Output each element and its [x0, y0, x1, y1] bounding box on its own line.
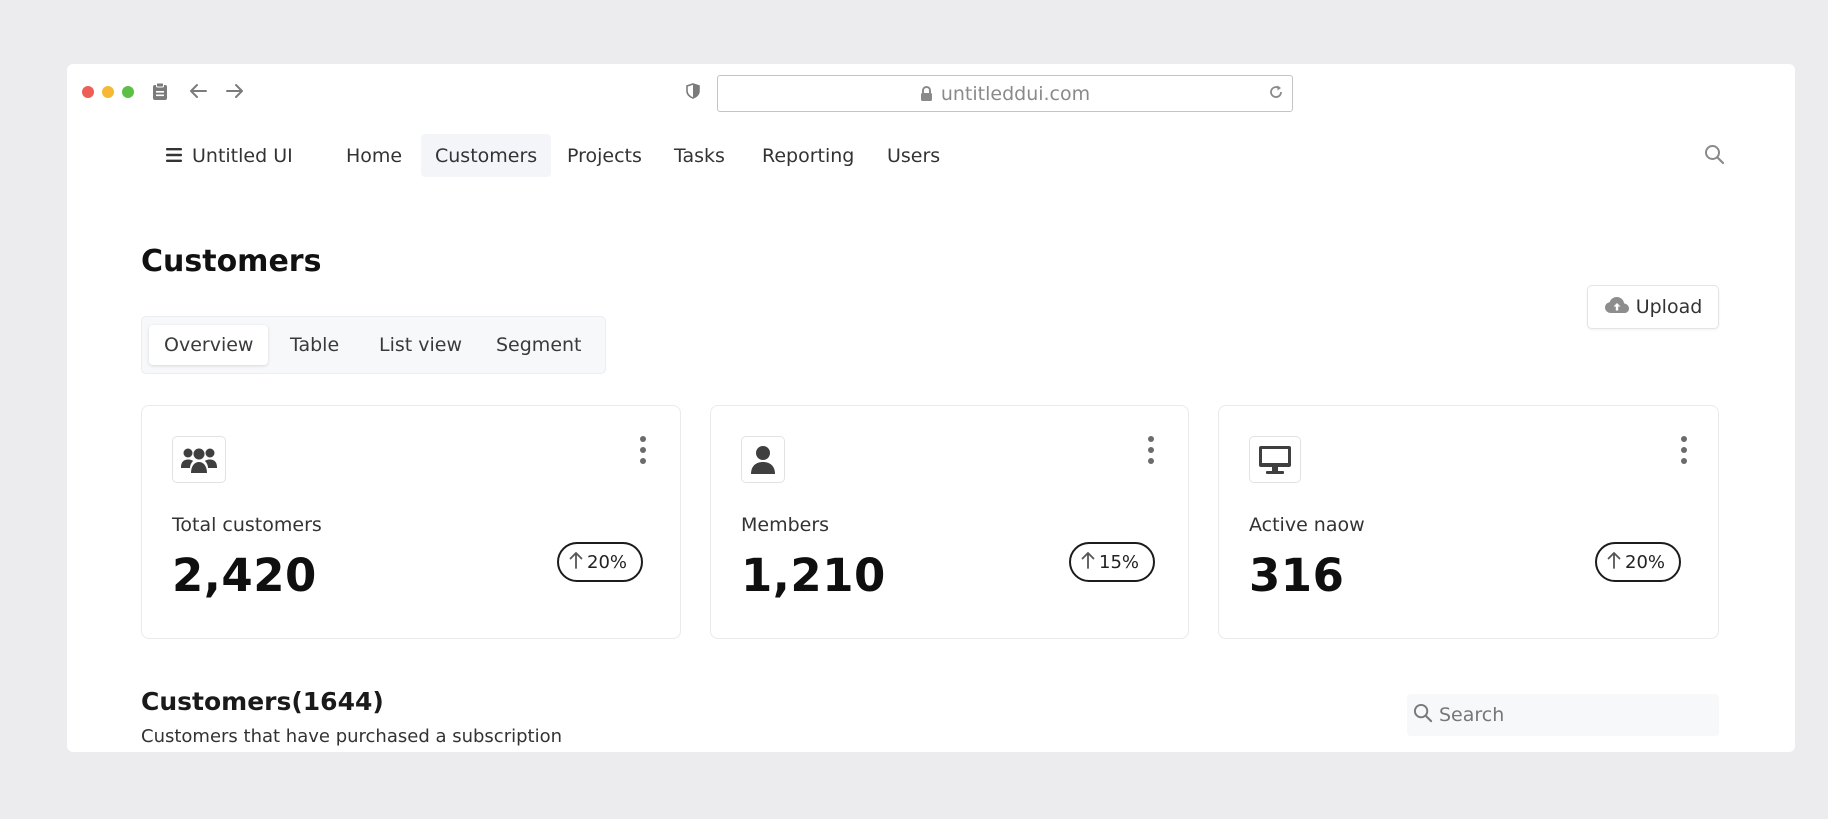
- tab-list-view[interactable]: List view: [364, 325, 477, 365]
- minimize-window-button[interactable]: [102, 86, 114, 98]
- tab-segment[interactable]: Segment: [481, 325, 597, 365]
- url-text: untitleddui.com: [940, 82, 1091, 105]
- maximize-window-button[interactable]: [122, 86, 134, 98]
- nav-item-users[interactable]: Users: [873, 134, 954, 177]
- section-title: Customers(1644): [141, 687, 384, 716]
- brand-label: Untitled UI: [192, 144, 293, 167]
- stat-card-total-customers: Total customers 2,420 20%: [141, 405, 681, 639]
- nav-item-tasks[interactable]: Tasks: [660, 134, 739, 177]
- trend-badge: 15%: [1069, 542, 1156, 582]
- tab-table[interactable]: Table: [275, 325, 354, 365]
- reload-icon[interactable]: [1268, 84, 1284, 100]
- arrow-up-icon: [1081, 551, 1095, 574]
- more-options-icon[interactable]: [1146, 436, 1156, 464]
- nav-item-projects[interactable]: Projects: [553, 134, 656, 177]
- cloud-upload-icon: [1604, 296, 1630, 319]
- trend-value: 20%: [587, 551, 628, 573]
- upload-button[interactable]: Upload: [1587, 285, 1719, 329]
- search-input[interactable]: Search: [1439, 704, 1504, 726]
- trend-badge: 20%: [1595, 542, 1682, 582]
- upload-label: Upload: [1635, 296, 1703, 318]
- lock-icon: [920, 85, 933, 102]
- trend-value: 15%: [1099, 551, 1140, 573]
- stat-card-members: Members 1,210 15%: [710, 405, 1189, 639]
- search-icon[interactable]: [1704, 144, 1725, 165]
- stat-value: 316: [1249, 549, 1345, 602]
- clipboard-icon[interactable]: [148, 79, 172, 103]
- section-subtitle: Customers that have purchased a subscrip…: [141, 726, 563, 747]
- nav-item-home[interactable]: Home: [332, 134, 416, 177]
- trend-badge: 20%: [557, 542, 644, 582]
- browser-window: untitleddui.com Untitled UI Home Custome…: [67, 64, 1795, 752]
- top-nav: Untitled UI Home Customers Projects Task…: [67, 130, 1795, 178]
- stat-label: Total customers: [172, 514, 322, 536]
- close-window-button[interactable]: [82, 86, 94, 98]
- stat-card-active-now: Active naow 316 20%: [1218, 405, 1719, 639]
- stat-label: Members: [741, 514, 830, 536]
- brand-menu[interactable]: Untitled UI: [152, 134, 307, 177]
- search-icon: [1413, 703, 1433, 728]
- customer-search[interactable]: Search: [1407, 694, 1719, 736]
- nav-item-customers[interactable]: Customers: [421, 134, 552, 177]
- browser-toolbar: untitleddui.com: [67, 64, 1795, 124]
- arrow-up-icon: [569, 551, 583, 574]
- back-arrow-icon[interactable]: [186, 79, 210, 103]
- desktop-icon: [1249, 436, 1301, 483]
- more-options-icon[interactable]: [1679, 436, 1689, 464]
- users-group-icon: [172, 436, 226, 483]
- arrow-up-icon: [1607, 551, 1621, 574]
- stat-label: Active naow: [1249, 514, 1365, 536]
- stat-value: 1,210: [741, 549, 886, 602]
- user-icon: [741, 436, 785, 483]
- more-options-icon[interactable]: [638, 436, 648, 464]
- tab-overview[interactable]: Overview: [149, 325, 269, 365]
- nav-item-reporting[interactable]: Reporting: [748, 134, 868, 177]
- view-tabs: Overview Table List view Segment: [141, 316, 606, 374]
- forward-arrow-icon[interactable]: [223, 79, 247, 103]
- shield-icon[interactable]: [681, 79, 705, 103]
- menu-icon: [166, 145, 182, 167]
- address-bar[interactable]: untitleddui.com: [717, 75, 1293, 112]
- stat-value: 2,420: [172, 549, 317, 602]
- trend-value: 20%: [1625, 551, 1666, 573]
- page-title: Customers: [141, 244, 322, 279]
